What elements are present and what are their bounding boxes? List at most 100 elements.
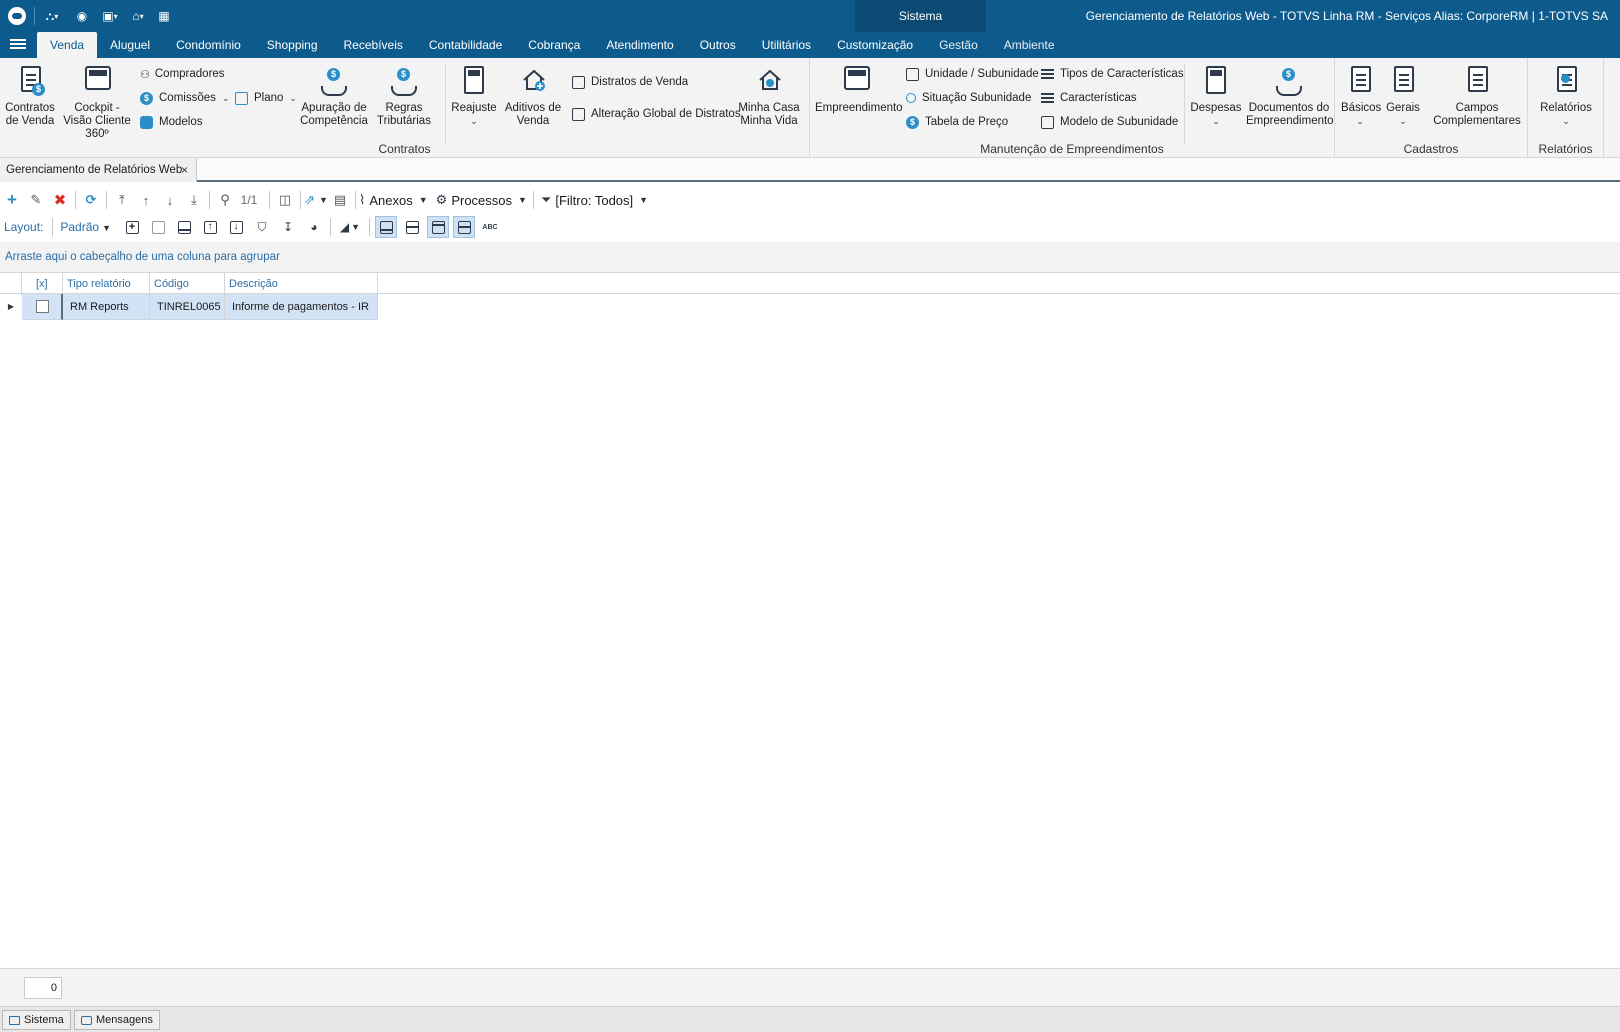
menu-tab-condominio[interactable]: Condomínio xyxy=(163,32,254,58)
layout-value: Padrão xyxy=(60,220,100,234)
document-icon xyxy=(1462,64,1492,98)
modelo-subunidade-button[interactable]: Modelo de Subunidade xyxy=(1041,114,1178,130)
layout-select[interactable]: Padrão ▼ xyxy=(60,220,111,234)
menu-tab-gestao[interactable]: Gestão xyxy=(926,32,991,58)
despesas-button[interactable]: Despesas ⌄ xyxy=(1188,64,1244,128)
regras-tributarias-button[interactable]: $ Regras Tributárias xyxy=(370,64,438,128)
tabela-preco-button[interactable]: $ Tabela de Preço xyxy=(906,114,1008,130)
menu-tab-ambiente[interactable]: Ambiente xyxy=(991,32,1068,58)
relatorios-label: Relatórios xyxy=(1540,102,1592,114)
documentos-button[interactable]: $ Documentos do Empreendimento xyxy=(1246,64,1334,128)
mensagens-status-button[interactable]: Mensagens xyxy=(74,1010,160,1030)
table-row[interactable]: RM Reports TINREL0065 Informe de pagamen… xyxy=(0,294,378,320)
aditivos-button[interactable]: Aditivos de Venda xyxy=(502,64,564,128)
menu-tab-outros[interactable]: Outros xyxy=(687,32,749,58)
abc-icon[interactable]: ABC xyxy=(479,216,501,238)
chart-icon[interactable]: ◢ ▼ xyxy=(336,216,364,238)
campos-label: Campos Complementares xyxy=(1433,102,1521,127)
home-icon[interactable]: ⌂ ▾ xyxy=(127,6,149,26)
column-header-select[interactable]: [x] xyxy=(22,273,63,295)
menu-tab-contabilidade[interactable]: Contabilidade xyxy=(416,32,515,58)
monitor-icon xyxy=(841,64,871,98)
column-header-tipo[interactable]: Tipo relatório xyxy=(63,273,150,295)
modelos-button[interactable]: Modelos xyxy=(140,114,202,130)
add-layout-icon[interactable]: + xyxy=(121,216,143,238)
delete-layout-icon[interactable] xyxy=(147,216,169,238)
empreendimento-button[interactable]: Empreendimento xyxy=(815,64,903,115)
next-record-icon[interactable]: ↓ xyxy=(158,189,182,211)
export-icon[interactable]: ⇗ ▼ xyxy=(304,189,328,211)
campos-complementares-button[interactable]: Campos Complementares xyxy=(1429,64,1525,128)
basicos-button[interactable]: Básicos ⌄ xyxy=(1341,64,1381,128)
app-logo-icon[interactable] xyxy=(6,6,28,26)
columns-icon[interactable]: ◫ xyxy=(273,189,297,211)
menu-tab-aluguel[interactable]: Aluguel xyxy=(97,32,163,58)
menu-tab-cobranca[interactable]: Cobrança xyxy=(515,32,593,58)
upload-layout-icon[interactable]: ↑ xyxy=(199,216,221,238)
settings-window-icon[interactable]: ▣ ▾ xyxy=(99,6,121,26)
plano-button[interactable]: Plano ⌄ xyxy=(235,90,297,106)
relatorios-button[interactable]: Relatórios ⌄ xyxy=(1532,64,1600,128)
apuracao-button[interactable]: $ Apuração de Competência xyxy=(300,64,368,128)
download-layout-icon[interactable]: ↓ xyxy=(225,216,247,238)
situacao-button[interactable]: Situação Subunidade xyxy=(906,90,1031,106)
caracteristicas-button[interactable]: Características xyxy=(1041,90,1137,106)
previous-record-icon[interactable]: ↑ xyxy=(134,189,158,211)
house-plus-icon xyxy=(518,64,548,98)
row-select-cell xyxy=(22,294,63,320)
group-panel-icon[interactable] xyxy=(401,216,423,238)
row-checkbox[interactable] xyxy=(36,300,49,313)
contratos-de-venda-button[interactable]: $ Contratos de Venda xyxy=(2,64,58,128)
alteracao-label: Alteração Global de Distratos xyxy=(591,108,741,120)
refresh-icon[interactable]: ⟳ xyxy=(79,189,103,211)
search-icon[interactable]: ⚲ xyxy=(213,189,237,211)
document-icon[interactable]: ▤ xyxy=(328,189,352,211)
paint-icon[interactable]: ⛉ xyxy=(251,216,273,238)
document-tab[interactable]: Gerenciamento de Relatórios Web × xyxy=(0,158,197,182)
column-header-descricao[interactable]: Descrição xyxy=(225,273,378,295)
menu-tab-utilitarios[interactable]: Utilitários xyxy=(749,32,824,58)
dashboard-icon[interactable]: ▦ xyxy=(153,6,175,26)
hamburger-menu-icon[interactable] xyxy=(10,37,26,53)
reajuste-button[interactable]: Reajuste ⌄ xyxy=(450,64,498,128)
filtro-button[interactable]: ⏷ [Filtro: Todos] ▼ xyxy=(541,189,648,211)
sistema-status-button[interactable]: Sistema xyxy=(2,1010,71,1030)
group-by-panel[interactable]: Arraste aqui o cabeçalho de uma coluna p… xyxy=(0,242,1620,272)
filter-row-icon[interactable] xyxy=(453,216,475,238)
add-icon[interactable]: + xyxy=(0,189,24,211)
network-icon[interactable]: ⛬ ▾ xyxy=(41,6,63,26)
document-tab-title: Gerenciamento de Relatórios Web xyxy=(6,164,183,176)
cockpit-button[interactable]: Cockpit - Visão Cliente 360º xyxy=(60,64,134,141)
processos-button[interactable]: ⚙ Processos ▼ xyxy=(436,189,527,211)
first-record-icon[interactable]: ⤒ xyxy=(110,189,134,211)
footer-panel-icon[interactable] xyxy=(375,216,397,238)
menu-tab-customizacao[interactable]: Customização xyxy=(824,32,926,58)
last-record-icon[interactable]: ⤓ xyxy=(182,189,206,211)
menu-tab-venda[interactable]: Venda xyxy=(37,32,98,58)
shapes-icon[interactable]: ◕ xyxy=(303,216,325,238)
comissoes-button[interactable]: $ Comissões ⌄ xyxy=(140,90,229,106)
grid-footer: 0 xyxy=(0,968,1620,1006)
menu-tab-shopping[interactable]: Shopping xyxy=(254,32,331,58)
tipos-caracteristicas-button[interactable]: Tipos de Características xyxy=(1041,66,1184,82)
separator xyxy=(269,191,270,209)
column-header-codigo[interactable]: Código xyxy=(150,273,225,295)
pin-icon[interactable]: ↧ xyxy=(277,216,299,238)
unidade-button[interactable]: Unidade / Subunidade xyxy=(906,66,1039,82)
filtro-label: [Filtro: Todos] xyxy=(555,192,634,208)
gerais-button[interactable]: Gerais ⌄ xyxy=(1385,64,1421,128)
alteracao-global-button[interactable]: Alteração Global de Distratos xyxy=(572,106,741,122)
edit-icon[interactable]: ✎ xyxy=(24,189,48,211)
anexos-button[interactable]: ⌇ Anexos ▼ xyxy=(359,189,428,211)
menu-tab-atendimento[interactable]: Atendimento xyxy=(593,32,686,58)
view-icon[interactable]: ◉ xyxy=(71,6,93,26)
save-layout-icon[interactable] xyxy=(173,216,195,238)
menu-tab-recebiveis[interactable]: Recebíveis xyxy=(331,32,416,58)
compradores-button[interactable]: ⚇ Compradores xyxy=(140,66,225,82)
header-panel-icon[interactable] xyxy=(427,216,449,238)
minha-casa-button[interactable]: Minha Casa Minha Vida xyxy=(734,64,804,128)
distratos-button[interactable]: Distratos de Venda xyxy=(572,74,688,90)
delete-icon[interactable]: ✖ xyxy=(48,189,72,211)
close-tab-icon[interactable]: × xyxy=(181,158,188,182)
sistema-tab[interactable]: Sistema xyxy=(855,0,986,32)
